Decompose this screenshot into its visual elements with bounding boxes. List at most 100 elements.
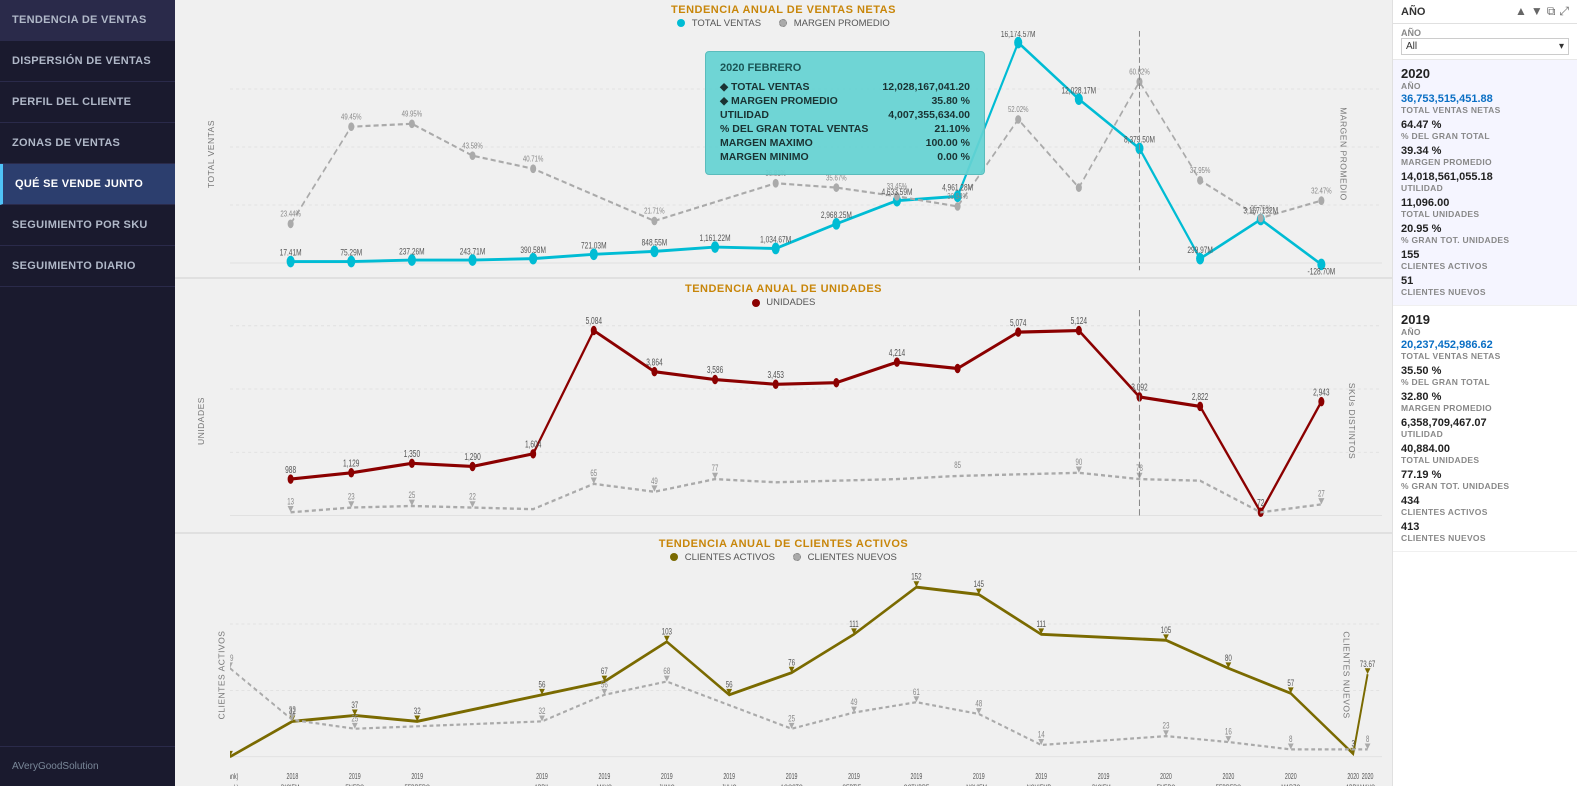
svg-text:43.58%: 43.58%: [462, 140, 483, 150]
svg-text:65: 65: [590, 468, 597, 479]
metric-2019-1: 35.50 % % DEL GRAN TOTAL: [1401, 363, 1569, 389]
svg-text:25: 25: [788, 713, 795, 724]
clientes-canvas: CLIENTES ACTIVOS CLIENTES NUEVOS 0 50 10…: [175, 565, 1392, 786]
svg-text:2019: 2019: [1098, 773, 1110, 781]
svg-text:390.58M: 390.58M: [520, 245, 546, 255]
svg-text:2019: 2019: [405, 277, 418, 278]
svg-text:2019: 2019: [587, 277, 600, 278]
svg-text:2019: 2019: [648, 277, 661, 278]
metric-2019-0: 20,237,452,986.62 TOTAL VENTAS NETAS: [1401, 337, 1569, 363]
legend-clientes-activos: CLIENTES ACTIVOS: [670, 552, 775, 563]
clientes-activos-dot: [670, 553, 678, 561]
svg-text:68: 68: [663, 666, 670, 677]
svg-text:49: 49: [851, 697, 858, 708]
svg-text:32.47%: 32.47%: [1311, 185, 1332, 195]
arrow-down-icon[interactable]: ▼: [1531, 4, 1543, 19]
svg-text:23: 23: [348, 492, 355, 503]
clientes-title: TENDENCIA ANUAL DE CLIENTES ACTIVOS: [175, 534, 1392, 552]
svg-text:56: 56: [601, 679, 608, 690]
svg-text:2019: 2019: [890, 277, 903, 278]
arrow-up-icon[interactable]: ▲: [1515, 4, 1527, 19]
copy-icon[interactable]: ⧉: [1547, 4, 1556, 19]
filter-dropdown[interactable]: All ▾: [1401, 38, 1569, 55]
unidades-dot: [752, 299, 760, 307]
svg-text:16,174.57M: 16,174.57M: [1001, 31, 1036, 39]
svg-text:72: 72: [1257, 497, 1264, 509]
sidebar-item-perfil[interactable]: PERFIL DEL CLIENTE: [0, 82, 175, 123]
svg-text:2020: 2020: [1223, 773, 1235, 781]
svg-text:721.03M: 721.03M: [581, 240, 607, 250]
svg-text:(Blank): (Blank): [230, 773, 238, 781]
svg-text:8: 8: [1366, 733, 1370, 744]
svg-text:2019: 2019: [1035, 773, 1047, 781]
metrics-scroll[interactable]: 2020 AÑO 36,753,515,451.88 TOTAL VENTAS …: [1393, 60, 1577, 786]
metric-2020-7: 51 CLIENTES NUEVOS: [1401, 273, 1569, 299]
svg-text:2019: 2019: [536, 773, 548, 781]
expand-icon[interactable]: ⤢: [1559, 4, 1569, 19]
svg-text:56: 56: [539, 679, 546, 690]
unidades-chart: TENDENCIA ANUAL DE UNIDADES UNIDADES UNI…: [175, 279, 1392, 533]
svg-text:105: 105: [1161, 624, 1172, 635]
svg-text:1,034.67M: 1,034.67M: [760, 235, 791, 245]
svg-text:111: 111: [849, 618, 859, 629]
svg-text:2019: 2019: [830, 277, 843, 278]
unidades-canvas: UNIDADES SKUs DISTINTOS 0K 2K 4K: [175, 310, 1392, 531]
svg-text:33.45%: 33.45%: [887, 181, 908, 191]
sidebar-item-seguimiento-diario[interactable]: SEGUIMIENTO DIARIO: [0, 246, 175, 287]
metric-2020-2: 39.34 % MARGEN PROMEDIO: [1401, 143, 1569, 169]
svg-text:37.95%: 37.95%: [1190, 165, 1211, 175]
right-panel-header: AÑO ▲ ▼ ⧉ ⤢: [1393, 0, 1577, 24]
svg-text:4,214: 4,214: [889, 347, 906, 359]
dropdown-chevron-icon: ▾: [1559, 41, 1564, 52]
legend-clientes-nuevos: CLIENTES NUEVOS: [793, 552, 897, 563]
svg-text:1,129: 1,129: [343, 457, 360, 469]
year-2019-label: 2019: [1401, 312, 1569, 327]
svg-text:21.71%: 21.71%: [644, 206, 665, 216]
svg-text:237.26M: 237.26M: [399, 246, 425, 256]
clientes-legend: CLIENTES ACTIVOS CLIENTES NUEVOS: [175, 552, 1392, 565]
svg-text:40.71%: 40.71%: [523, 153, 544, 163]
sidebar-brand: AVeryGoodSolution: [0, 746, 175, 786]
svg-text:32: 32: [414, 705, 421, 716]
clientes-nuevos-dot: [793, 553, 801, 561]
svg-text:3,864: 3,864: [646, 356, 663, 368]
svg-text:5,124: 5,124: [1071, 315, 1088, 327]
clientes-svg: 0 50 100 150: [230, 565, 1382, 786]
svg-text:1,290: 1,290: [464, 451, 481, 463]
sidebar-item-seguimiento-sku[interactable]: SEGUIMIENTO POR SKU: [0, 205, 175, 246]
sidebar-item-tendencia[interactable]: TENDENCIA DE VENTAS: [0, 0, 175, 41]
legend-margen-promedio: MARGEN PROMEDIO: [779, 18, 890, 29]
svg-text:2019: 2019: [723, 773, 735, 781]
svg-text:73.67: 73.67: [1360, 658, 1376, 669]
svg-text:1,604: 1,604: [525, 438, 542, 450]
svg-text:2019: 2019: [708, 277, 721, 278]
ventas-netas-canvas: TOTAL VENTAS MARGEN PROMEDIO 0M 5,000M 1…: [175, 31, 1392, 277]
svg-text:12,028.17M: 12,028.17M: [1062, 85, 1097, 95]
legend-unidades: UNIDADES: [752, 297, 816, 308]
svg-text:2020: 2020: [1193, 277, 1206, 278]
svg-text:2019: 2019: [973, 773, 985, 781]
y-axis-left-ventas: TOTAL VENTAS: [206, 120, 216, 188]
svg-text:16: 16: [1225, 726, 1232, 737]
svg-text:37: 37: [351, 700, 358, 711]
svg-text:32: 32: [539, 705, 546, 716]
svg-text:2019: 2019: [599, 773, 611, 781]
y-axis-right-unidades: SKUs DISTINTOS: [1347, 383, 1357, 459]
year-label-1: AÑO: [1401, 327, 1569, 337]
sidebar-item-dispersion[interactable]: DISPERSIÓN DE VENTAS: [0, 41, 175, 82]
svg-text:23.44%: 23.44%: [280, 208, 301, 218]
svg-text:2019: 2019: [1011, 277, 1024, 278]
svg-text:1,350: 1,350: [404, 448, 421, 460]
sidebar-item-que-vende[interactable]: QUÉ SE VENDE JUNTO: [0, 164, 175, 205]
svg-text:49: 49: [651, 476, 658, 487]
main-content: TENDENCIA ANUAL DE VENTAS NETAS TOTAL VE…: [175, 0, 1392, 786]
metric-2019-4: 40,884.00 TOTAL UNIDADES: [1401, 441, 1569, 467]
svg-text:85: 85: [954, 460, 961, 471]
y-axis-right-clientes: CLIENTES NUEVOS: [1341, 632, 1351, 719]
svg-text:8: 8: [1289, 733, 1293, 744]
svg-text:2018: 2018: [287, 773, 299, 781]
clientes-chart: TENDENCIA ANUAL DE CLIENTES ACTIVOS CLIE…: [175, 534, 1392, 786]
svg-text:2019: 2019: [911, 773, 923, 781]
sidebar-item-zonas[interactable]: ZONAS DE VENTAS: [0, 123, 175, 164]
svg-text:52.02%: 52.02%: [1008, 104, 1029, 114]
